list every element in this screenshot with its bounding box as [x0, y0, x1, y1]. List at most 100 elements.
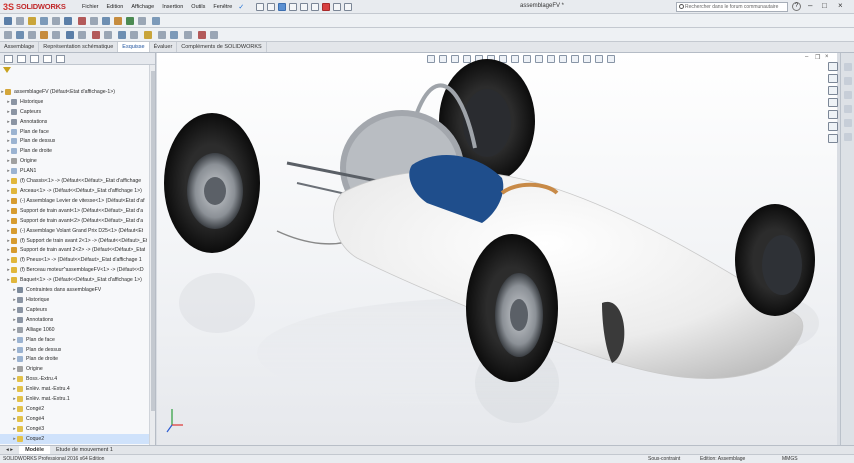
- offset-icon[interactable]: [152, 17, 160, 25]
- graphics-area[interactable]: – ❐ ×: [157, 53, 837, 445]
- tree-item[interactable]: ▸ Baquet<1> -> (Défaut<<Défaut>_Etat d'af…: [0, 275, 150, 285]
- point-icon[interactable]: [114, 17, 122, 25]
- rapid-sketch-icon[interactable]: [104, 31, 112, 39]
- tree-item[interactable]: ▸ Plan de face: [0, 127, 150, 137]
- car-model-render[interactable]: [157, 53, 837, 445]
- print-icon[interactable]: [289, 2, 298, 11]
- undo-icon[interactable]: [300, 2, 309, 11]
- solidworks-logo[interactable]: 3S SOLIDWORKS: [0, 2, 78, 12]
- tab-esquisse[interactable]: Esquisse: [118, 42, 150, 52]
- scrollbar-thumb[interactable]: [151, 71, 155, 411]
- save-icon[interactable]: [278, 2, 287, 11]
- tree-item[interactable]: ▸ Capteurs: [0, 305, 150, 315]
- tree-item[interactable]: ▸ assemblageFV (Défaut<Etat d'affichage-1…: [0, 87, 150, 97]
- options-icon[interactable]: [344, 2, 353, 11]
- menu-fichier[interactable]: Fichier: [78, 4, 103, 10]
- shaded-sketch-icon[interactable]: [130, 31, 138, 39]
- forum-icon[interactable]: [828, 134, 838, 143]
- open-icon[interactable]: [267, 2, 276, 11]
- file-explorer-icon[interactable]: [844, 91, 852, 99]
- tree-item[interactable]: ▸ Capteurs: [0, 107, 150, 117]
- repair-sketch-icon[interactable]: [78, 31, 86, 39]
- tree-item[interactable]: ▸ (f) Support de train avant 2<1> -> (Déf…: [0, 236, 150, 246]
- maximize-icon[interactable]: □: [822, 1, 827, 10]
- tree-item[interactable]: ▸ (-) Assemblage Levier de vitesse<1> (Dé…: [0, 196, 150, 206]
- menu-fenetre[interactable]: Fenêtre: [209, 4, 236, 10]
- tree-item[interactable]: ▸ Coque2: [0, 433, 150, 444]
- menu-edition[interactable]: Edition: [103, 4, 128, 10]
- home-icon[interactable]: [828, 62, 838, 71]
- tab-assemblage[interactable]: Assemblage: [0, 42, 40, 52]
- decals-icon[interactable]: [828, 122, 838, 131]
- tree-item[interactable]: ▸ Congé3: [0, 424, 150, 434]
- tree-item[interactable]: ▸ Support de train avant<2> (Défaut<<Défa…: [0, 216, 150, 226]
- quick-snaps-icon[interactable]: [92, 31, 100, 39]
- pin-task-icon[interactable]: [828, 98, 838, 107]
- sketch-icon[interactable]: [16, 17, 24, 25]
- tree-item[interactable]: ▸ Annotations: [0, 117, 150, 127]
- tree-item[interactable]: ▸ Congé4: [0, 414, 150, 424]
- file-properties-icon[interactable]: [333, 2, 342, 11]
- sketch-fillet-icon[interactable]: [210, 31, 218, 39]
- 3d-sketch-icon[interactable]: [184, 31, 192, 39]
- tree-item[interactable]: ▸ (-) Assemblage Volant Grand Prix D25<1>…: [0, 226, 150, 236]
- 3d-content-icon[interactable]: [828, 74, 838, 83]
- tree-item[interactable]: ▸ (f) Chassis<1> -> (Défaut<<Défaut>_Etat…: [0, 176, 150, 186]
- tree-item[interactable]: ▸ PLAN1: [0, 166, 150, 176]
- tree-scrollbar[interactable]: [149, 65, 155, 445]
- block-icon[interactable]: [158, 31, 166, 39]
- pin-menu-icon[interactable]: ✓: [238, 3, 244, 11]
- front-left-wheel[interactable]: [466, 234, 558, 382]
- toolbox-icon[interactable]: [828, 86, 838, 95]
- unit-system[interactable]: MMGS: [782, 456, 798, 462]
- menu-insertion[interactable]: Insertion: [158, 4, 187, 10]
- linear-pattern-icon[interactable]: [40, 31, 48, 39]
- view-palette-icon[interactable]: [844, 105, 852, 113]
- convert-entities-icon[interactable]: [16, 31, 24, 39]
- layout-icon[interactable]: [144, 31, 152, 39]
- close-icon[interactable]: ×: [838, 1, 843, 10]
- configuration-manager-tab-icon[interactable]: [30, 54, 39, 63]
- tree-item[interactable]: ▸ Origine: [0, 364, 150, 374]
- tree-item[interactable]: ▸ Congé2: [0, 404, 150, 414]
- menu-outils[interactable]: Outils: [187, 4, 209, 10]
- polygon-icon[interactable]: [90, 17, 98, 25]
- tree-item[interactable]: ▸ Plan de droite: [0, 146, 150, 156]
- text-icon[interactable]: [126, 17, 134, 25]
- tab-evaluer[interactable]: Évaluer: [150, 42, 178, 52]
- tree-item[interactable]: ▸ Support de train avant<1> (Défaut<<Défa…: [0, 206, 150, 216]
- menu-affichage[interactable]: Affichage: [127, 4, 158, 10]
- tree-item[interactable]: ▸ Enlèv. mat.-Extru.1: [0, 394, 150, 404]
- scenes-icon[interactable]: [828, 110, 838, 119]
- tree-item[interactable]: ▸ Plan de dessus: [0, 137, 150, 147]
- left-rear-wheel[interactable]: [164, 113, 260, 253]
- rebuild-icon[interactable]: [322, 2, 331, 11]
- filter-icon[interactable]: [3, 67, 11, 73]
- line-icon[interactable]: [28, 17, 36, 25]
- appearances-icon[interactable]: [844, 119, 852, 127]
- display-manager-tab-icon[interactable]: [56, 54, 65, 63]
- community-search-input[interactable]: Rechercher dans le forum communautaire: [676, 2, 788, 12]
- tree-item[interactable]: ▸ (f) Berceau moteur^assemblageFV<1> -> (…: [0, 265, 150, 275]
- slot-icon[interactable]: [102, 17, 110, 25]
- smart-dimension-icon[interactable]: [4, 17, 12, 25]
- tree-item[interactable]: ▸ (f) Pneus<1> -> (Défaut<<Défaut>_Etat d…: [0, 255, 150, 265]
- tab-representation-schematique[interactable]: Représentation schématique: [39, 42, 119, 52]
- exit-sketch-icon[interactable]: [198, 31, 206, 39]
- relations-icon[interactable]: [66, 31, 74, 39]
- tree-item[interactable]: ▸ Enlèv. mat.-Extru.4: [0, 384, 150, 394]
- tree-item[interactable]: ▸ Historique: [0, 97, 150, 107]
- front-right-wheel[interactable]: [735, 204, 815, 316]
- property-manager-tab-icon[interactable]: [17, 54, 26, 63]
- help-button[interactable]: ?: [792, 2, 801, 11]
- arc-icon[interactable]: [64, 17, 72, 25]
- tree-item[interactable]: ▸ Plan de dessus: [0, 345, 150, 355]
- tree-item[interactable]: ▸ Origine: [0, 156, 150, 166]
- instant2d-icon[interactable]: [118, 31, 126, 39]
- trim-icon[interactable]: [4, 31, 12, 39]
- tree-item[interactable]: ▸ Contraintes dans assemblageFV: [0, 285, 150, 295]
- sketch-picture-icon[interactable]: [170, 31, 178, 39]
- tab-complements[interactable]: Compléments de SOLIDWORKS: [177, 42, 267, 52]
- tree-item[interactable]: ▸ Arceau<1> -> (Défaut<<Défaut>_Etat d'af…: [0, 186, 150, 196]
- dimxpert-tab-icon[interactable]: [43, 54, 52, 63]
